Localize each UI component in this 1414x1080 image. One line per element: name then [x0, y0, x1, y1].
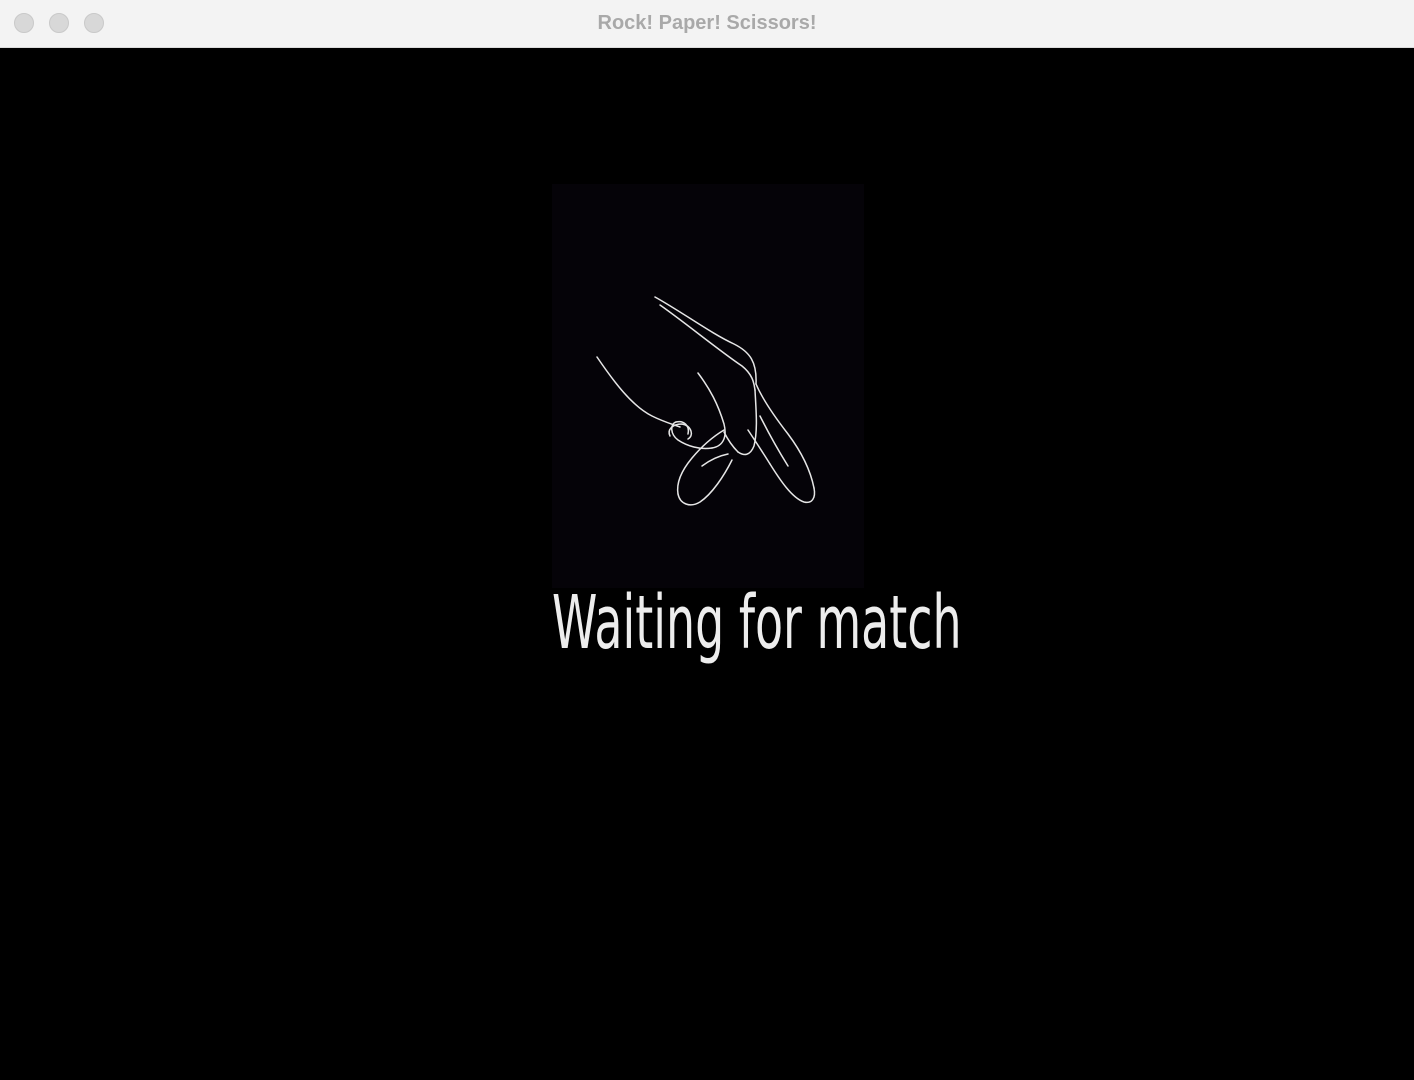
title-bar[interactable]: Rock! Paper! Scissors!: [0, 0, 1414, 48]
game-canvas: Waiting for match: [0, 48, 1414, 1080]
window-title: Rock! Paper! Scissors!: [597, 12, 817, 34]
hand-pointing-down-icon: [596, 296, 816, 506]
app-window: Rock! Paper! Scissors! Waiting for match: [0, 0, 1414, 1080]
hand-illustration: [552, 184, 864, 588]
status-message: Waiting for match: [552, 580, 962, 666]
